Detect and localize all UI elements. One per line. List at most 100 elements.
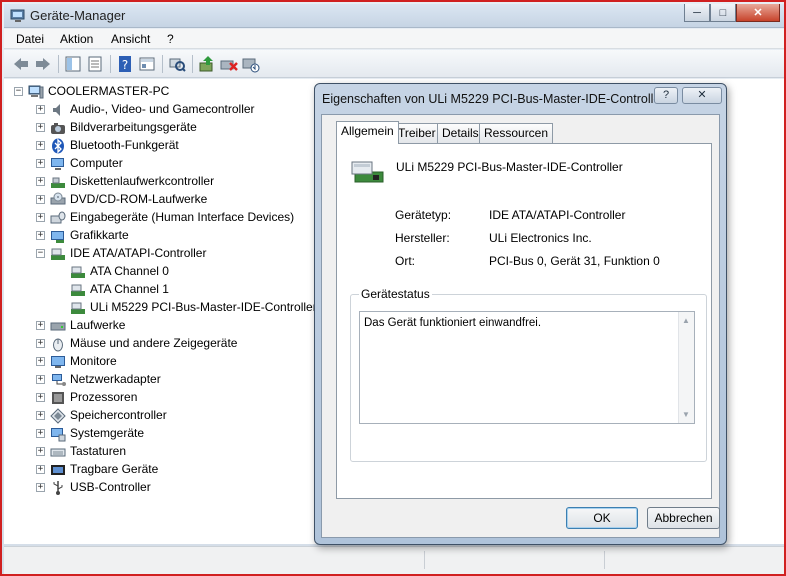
action-view-icon[interactable] — [138, 55, 156, 73]
tree-item-label: USB-Controller — [70, 480, 151, 494]
window-titlebar[interactable]: Geräte-Manager ─ □ ✕ — [4, 4, 784, 28]
keyboard-icon — [50, 444, 66, 460]
expand-icon[interactable]: + — [36, 177, 45, 186]
status-divider — [604, 551, 605, 569]
window-controls: ─ □ ✕ — [684, 4, 780, 22]
expand-icon[interactable]: + — [36, 339, 45, 348]
expand-icon[interactable]: + — [36, 141, 45, 150]
tree-child-label: ATA Channel 0 — [90, 264, 169, 278]
properties-icon[interactable] — [86, 55, 104, 73]
expand-icon[interactable]: + — [36, 411, 45, 420]
ide-channel-icon — [70, 282, 86, 298]
tree-child-label: ULi M5229 PCI-Bus-Master-IDE-Controller — [90, 300, 317, 314]
tree-item-label: Tastaturen — [70, 444, 127, 458]
tree-item-label: Systemgeräte — [70, 426, 145, 440]
collapse-icon[interactable]: − — [14, 87, 23, 96]
tree-item-label: Monitore — [70, 354, 117, 368]
dialog-help-button[interactable]: ? — [654, 87, 678, 104]
tree-item-label: Laufwerke — [70, 318, 126, 332]
expand-icon[interactable]: + — [36, 465, 45, 474]
svg-text:?: ? — [122, 58, 128, 72]
expand-icon[interactable]: + — [36, 123, 45, 132]
window-title: Geräte-Manager — [30, 8, 126, 23]
expand-icon[interactable]: + — [36, 105, 45, 114]
expand-icon[interactable]: + — [36, 483, 45, 492]
dvd-icon — [50, 192, 66, 208]
tree-item-label: Speichercontroller — [70, 408, 167, 422]
tab-ressourcen[interactable]: Ressourcen — [479, 123, 554, 143]
update-driver-icon[interactable] — [198, 55, 216, 73]
scan-hardware-icon[interactable] — [168, 55, 186, 73]
expand-icon[interactable]: + — [36, 357, 45, 366]
expand-icon[interactable]: + — [36, 447, 45, 456]
mouse-icon — [50, 336, 66, 352]
device-status-text: Das Gerät funktioniert einwandfrei. — [364, 317, 542, 329]
expand-icon[interactable]: + — [36, 321, 45, 330]
minimize-button[interactable]: ─ — [684, 4, 710, 22]
expand-icon[interactable]: + — [36, 159, 45, 168]
tab-allgemein[interactable]: Allgemein — [336, 121, 399, 144]
disable-device-icon[interactable] — [220, 55, 238, 73]
tree-item-label: Diskettenlaufwerkcontroller — [70, 174, 215, 188]
prop-value-manufacturer: ULi Electronics Inc. — [489, 231, 592, 245]
expand-icon[interactable]: + — [36, 195, 45, 204]
back-icon[interactable] — [12, 55, 30, 73]
ide-controller-icon — [50, 246, 66, 262]
tree-item-label: Bluetooth-Funkgerät — [70, 138, 179, 152]
menu-ansicht[interactable]: Ansicht — [111, 32, 150, 46]
collapse-icon[interactable]: − — [36, 249, 45, 258]
tree-item-label: Eingabegeräte (Human Interface Devices) — [70, 210, 295, 224]
toolbar-separator — [110, 55, 111, 73]
menu-datei[interactable]: Datei — [16, 32, 44, 46]
expand-icon[interactable]: + — [36, 429, 45, 438]
status-scrollbar[interactable]: ▲ ▼ — [678, 312, 694, 423]
show-hide-tree-icon[interactable] — [64, 55, 82, 73]
hid-icon — [50, 210, 66, 226]
expand-icon[interactable]: + — [36, 231, 45, 240]
tree-item-label: Tragbare Geräte — [70, 462, 159, 476]
toolbar-separator — [58, 55, 59, 73]
uninstall-icon[interactable] — [242, 55, 260, 73]
dialog-title: Eigenschaften von ULi M5229 PCI-Bus-Mast… — [322, 92, 665, 106]
device-status-group: Gerätestatus Das Gerät funktioniert einw… — [350, 287, 707, 462]
close-button[interactable]: ✕ — [736, 4, 780, 22]
bluetooth-icon — [50, 138, 66, 154]
expand-icon[interactable]: + — [36, 213, 45, 222]
display-adapter-icon — [50, 228, 66, 244]
screenshot-frame: Geräte-Manager ─ □ ✕ Datei Aktion Ansich… — [0, 0, 786, 576]
properties-dialog: Eigenschaften von ULi M5229 PCI-Bus-Mast… — [314, 83, 727, 545]
dialog-body: Allgemein Treiber Details Ressourcen ULi… — [321, 114, 720, 538]
ok-button[interactable]: OK — [566, 507, 638, 529]
tree-item-label: Netzwerkadapter — [70, 372, 161, 386]
menu-help[interactable]: ? — [167, 32, 174, 46]
maximize-button[interactable]: □ — [710, 4, 736, 22]
drive-icon — [50, 318, 66, 334]
portable-device-icon — [50, 462, 66, 478]
prop-label-type: Gerätetyp: — [395, 208, 452, 222]
menu-aktion[interactable]: Aktion — [60, 32, 93, 46]
forward-icon[interactable] — [34, 55, 52, 73]
dialog-close-button[interactable]: ✕ — [682, 87, 722, 104]
system-devices-icon — [50, 426, 66, 442]
tab-treiber[interactable]: Treiber — [393, 123, 441, 143]
scroll-up-icon[interactable]: ▲ — [682, 316, 690, 325]
ide-channel-icon — [70, 264, 86, 280]
toolbar-separator — [162, 55, 163, 73]
tab-details[interactable]: Details — [437, 123, 484, 143]
tree-item-label: Bildverarbeitungsgeräte — [70, 120, 197, 134]
scroll-down-icon[interactable]: ▼ — [682, 410, 690, 419]
help-icon[interactable]: ? — [116, 55, 134, 73]
device-status-textbox[interactable]: Das Gerät funktioniert einwandfrei. ▲ ▼ — [359, 311, 695, 424]
tree-item-label: Grafikkarte — [70, 228, 129, 242]
device-name: ULi M5229 PCI-Bus-Master-IDE-Controller — [396, 160, 623, 174]
tree-item-label: DVD/CD-ROM-Laufwerke — [70, 192, 208, 206]
status-divider — [424, 551, 425, 569]
expand-icon[interactable]: + — [36, 393, 45, 402]
tree-root-label: COOLERMASTER-PC — [48, 84, 170, 98]
tree-item-label: Audio-, Video- und Gamecontroller — [70, 102, 255, 116]
monitor-icon — [50, 354, 66, 370]
tree-child-label: ATA Channel 1 — [90, 282, 169, 296]
cancel-button[interactable]: Abbrechen — [647, 507, 720, 529]
expand-icon[interactable]: + — [36, 375, 45, 384]
usb-icon — [50, 480, 66, 496]
